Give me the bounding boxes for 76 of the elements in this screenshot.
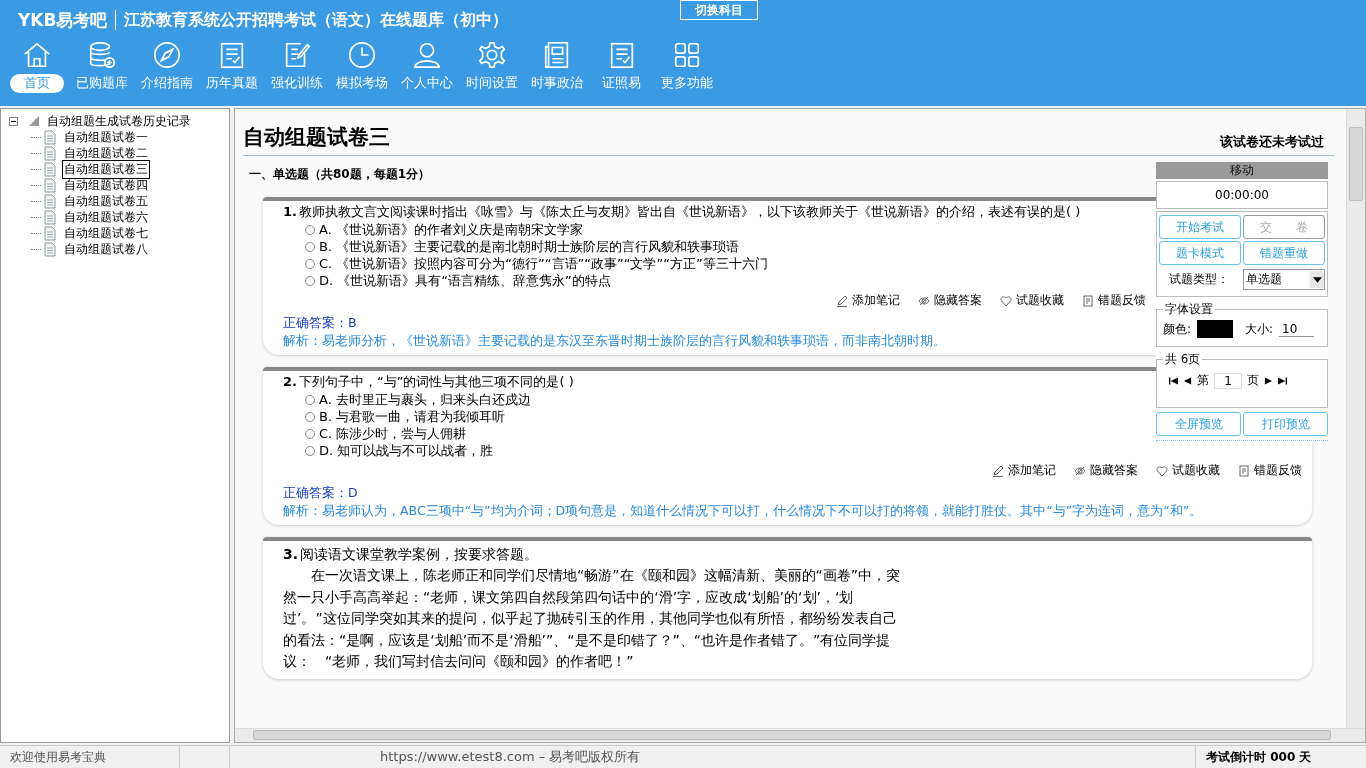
page-suffix: 页 (1247, 372, 1259, 389)
clock-icon[interactable] (346, 40, 377, 70)
section-heading: 一、单选题（共80题，每题1分） (249, 166, 432, 183)
timer: 00:00:00 (1156, 181, 1328, 209)
pages-legend: 共 6页 (1163, 351, 1203, 368)
color-label: 颜色: (1163, 320, 1192, 338)
first-page-icon[interactable] (1169, 376, 1178, 385)
page-field[interactable]: 1 (1214, 372, 1242, 389)
page-prefix: 第 (1197, 372, 1209, 389)
heart-icon[interactable] (1156, 464, 1168, 477)
option-text[interactable]: B. 《世说新语》主要记载的是南北朝时期士族阶层的言行风貌和轶事琐语 (319, 238, 740, 255)
previous-page-icon[interactable] (1183, 376, 1192, 385)
gear-icon[interactable] (476, 40, 507, 70)
eye-icon[interactable] (918, 294, 930, 307)
passage-text: 在一次语文课上，陈老师正和同学们尽情地“畅游”在《颐和园》这幅清新、美丽的“画卷”中，突然一只小手高高举起：“老师，课文第四自然段第四句话中的‘滑’字，应改成‘划船’的‘划’，‘划过’。”这位同学突如其来的提问，似乎起了抛砖引玉的作用，其他同学也似有所悟，都纷纷发表自己的看法：“是啊，应该是‘划船’而不是‘滑船’”、“是不是印错了？”、“也许是作者错了。”有位同学提议： “老师，我们写封信去问问《颐和园》的作者吧！” (283, 566, 901, 671)
option-text[interactable]: C. 陈涉少时，尝与人佣耕 (319, 425, 467, 442)
document-icon (44, 225, 56, 241)
document-icon (44, 241, 56, 257)
app-logo: YKB易考吧 (18, 8, 108, 32)
option-text[interactable]: A. 《世说新语》的作者刘义庆是南朝宋文学家 (319, 221, 583, 238)
document-icon (44, 161, 56, 177)
option-text[interactable]: D. 知可以战与不可以战者，胜 (319, 442, 494, 459)
eye-icon[interactable] (1074, 464, 1086, 477)
action-link[interactable]: 错题反馈 (1254, 462, 1302, 479)
action-link[interactable]: 添加笔记 (852, 292, 900, 309)
action-link[interactable]: 隐藏答案 (934, 292, 982, 309)
action-link[interactable]: 试题收藏 (1016, 292, 1064, 309)
document-icon (44, 145, 56, 161)
last-page-icon[interactable] (1278, 376, 1287, 385)
compass-icon[interactable] (151, 40, 182, 70)
welcome-text: 欢迎使用易考宝典 (0, 746, 180, 768)
option-text[interactable]: A. 去时里正与裹头，归来头白还戍边 (319, 391, 531, 408)
app-title: 江苏教育系统公开招聘考试（语文）在线题库（初中） (124, 9, 510, 31)
font-settings-legend: 字体设置 (1163, 301, 1215, 318)
countdown-text: 考试倒计时 000 天 (1205, 748, 1313, 766)
color-swatch[interactable] (1197, 320, 1234, 338)
person-icon[interactable] (411, 40, 442, 70)
scrollbar-thumb[interactable] (253, 730, 1331, 740)
option-text[interactable]: B. 与君歌一曲，请君为我倾耳听 (319, 408, 506, 425)
collapse-icon[interactable] (9, 116, 18, 126)
question-text: 3.阅读语文课堂教学案例，按要求答题。 (283, 545, 540, 564)
option-text[interactable]: C. 《世说新语》按照内容可分为“德行”“言语”“政事”“文学”“方正”等三十六门 (319, 255, 768, 272)
document-icon (44, 209, 56, 225)
size-label: 大小: (1245, 320, 1274, 338)
question-text: 2.下列句子中，“与”的词性与其他三项不同的是( ) (283, 373, 575, 391)
action-link[interactable]: 添加笔记 (1008, 462, 1056, 479)
document-icon (44, 193, 56, 209)
explanation-text: 解析：易老师分析，《世说新语》主要记载的是东汉至东晋时期士族阶层的言行风貌和轶事琐语，而非南北朝时期。 (283, 332, 947, 349)
exam-status: 该试卷还未考试过 (1220, 134, 1325, 151)
report-icon[interactable] (1238, 464, 1250, 477)
pencil-icon[interactable] (992, 464, 1004, 477)
correct-answer: 正确答案：B (283, 315, 358, 332)
size-field[interactable]: 10 (1279, 321, 1315, 337)
question-text: 1.教师执教文言文阅读课时指出《咏雪》与《陈太丘与友期》皆出自《世说新语》，以下该教师关于《世说新语》的介绍，表述有误的是( ) (283, 203, 1082, 221)
action-link[interactable]: 隐藏答案 (1090, 462, 1138, 479)
copyright-text: https://www.etest8.com – 易考吧版权所有 (230, 746, 1196, 768)
type-label: 试题类型： (1169, 271, 1229, 288)
triangle-icon (29, 116, 39, 126)
action-link[interactable]: 试题收藏 (1172, 462, 1220, 479)
tree-item[interactable]: 自动组题试卷三 (62, 159, 150, 179)
action-link[interactable]: 错题反馈 (1098, 292, 1146, 309)
explanation-text: 解析：易老师认为，ABC三项中“与”均为介词；D项句意是，知道什么情况下可以打，什么情况下不可以打的将领，就能打胜仗。其中“与”字为连词，意为“和”。 (283, 502, 1204, 519)
caret-icon (1312, 276, 1322, 283)
pencil-icon[interactable] (836, 294, 848, 307)
heart-icon[interactable] (1000, 294, 1012, 307)
document-icon (44, 177, 56, 193)
question-type-dropdown[interactable]: 单选题 (1243, 269, 1325, 290)
scrollbar-thumb[interactable] (1349, 127, 1363, 201)
option-text[interactable]: D. 《世说新语》具有“语言精练、辞意隽永”的特点 (319, 272, 611, 289)
paper-title: 自动组题试卷三 (243, 124, 390, 151)
home-icon[interactable] (21, 40, 52, 70)
move-handle[interactable]: 移动 (1156, 162, 1328, 179)
correct-answer: 正确答案：D (283, 485, 359, 502)
report-icon[interactable] (1082, 294, 1094, 307)
document-icon (44, 129, 56, 145)
next-page-icon[interactable] (1264, 376, 1273, 385)
